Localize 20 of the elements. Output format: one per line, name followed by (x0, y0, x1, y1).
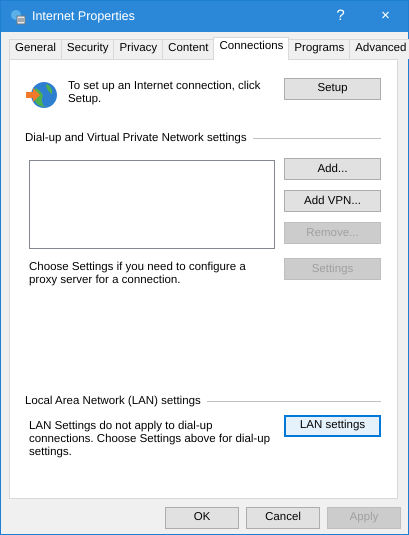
dialog-button[interactable]: Cancel (246, 507, 320, 529)
setup-button[interactable]: Setup (284, 78, 381, 100)
lan-instructions: LAN Settings do not apply to dial-up connections. Choose Settings above for dial-up settings. (29, 420, 272, 458)
tab[interactable]: Connections (213, 37, 290, 60)
dialog-button[interactable]: Add... (284, 158, 381, 180)
app-icon (10, 8, 26, 24)
globe-icon (25, 80, 59, 110)
group-heading: Dial-up and Virtual Private Network settings (25, 131, 247, 146)
tab[interactable]: General (9, 39, 62, 59)
close-button[interactable]: × (363, 5, 408, 28)
lan-settings-button[interactable]: LAN settings (284, 414, 381, 436)
tab[interactable]: Advanced (349, 39, 409, 59)
dialog-button[interactable]: Add VPN... (284, 190, 381, 212)
help-button[interactable]: ? (318, 5, 363, 28)
dialog-button[interactable]: OK (165, 507, 239, 529)
group-heading: Local Area Network (LAN) settings (25, 394, 201, 410)
window-title: Internet Properties (32, 8, 136, 26)
proxy-instructions: Choose Settings if you need to configure a proxy server for a connection. (29, 261, 247, 288)
setup-instructions: To set up an Internet connection, click Setup. (68, 80, 262, 106)
connections-list[interactable] (29, 160, 275, 250)
